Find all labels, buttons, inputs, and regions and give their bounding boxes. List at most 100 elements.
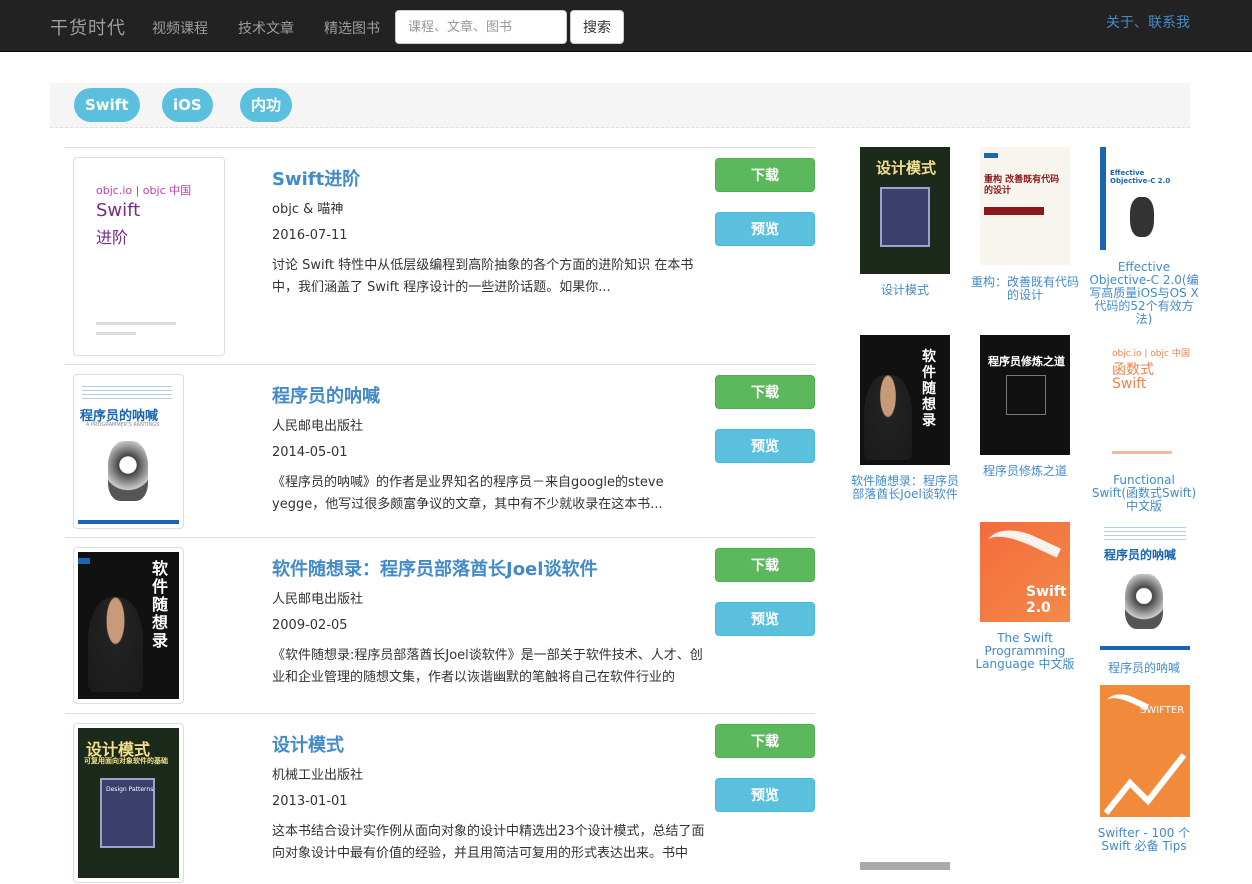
cover-text: 软件随想录 <box>152 559 169 650</box>
cover-text: A PROGRAMMER'S RANTINGS <box>86 422 160 428</box>
book-title[interactable]: Swift进阶 <box>272 165 360 191</box>
cover-text: 可复用面向对象软件的基础 <box>84 757 168 765</box>
cover-text: 设计模式 <box>876 159 937 177</box>
sidebar-book-cover[interactable] <box>860 862 950 870</box>
book-author: objc & 喵神 <box>272 202 344 217</box>
sidebar-book-caption[interactable]: 程序员修炼之道 <box>970 465 1080 478</box>
book-description: 《程序员的呐喊》的作者是业界知名的程序员－来自google的steve yegg… <box>272 475 664 512</box>
cover-text: Swift <box>96 200 141 221</box>
cover-decoration <box>1100 646 1190 650</box>
nav-link-videos[interactable]: 视频课程 <box>152 18 208 38</box>
search-input[interactable] <box>395 10 567 44</box>
sidebar-book-caption[interactable]: Swifter - 100 个 Swift 必备 Tips <box>1089 827 1199 853</box>
cover-decoration <box>1104 524 1186 540</box>
book-date: 2009-02-05 <box>272 618 348 633</box>
book-row: 设计模式 可复用面向对象软件的基础 Design Patterns 设计模式 机… <box>65 714 815 884</box>
sidebar-book-caption[interactable]: 重构：改善既有代码的设计 <box>970 276 1080 302</box>
cover-text: 重构 改善既有代码的设计 <box>984 175 1060 196</box>
sidebar-book-caption[interactable]: Functional Swift(函数式Swift)中文版 <box>1089 474 1199 513</box>
tag-ios[interactable]: iOS <box>162 88 213 122</box>
book-description: 《软件随想录:程序员部落酋长Joel谈软件》是一部关于软件技术、人才、创业和企业… <box>272 648 703 685</box>
book-title[interactable]: 程序员的呐喊 <box>272 382 380 408</box>
preview-button[interactable]: 预览 <box>715 212 815 246</box>
cover-text: Effective Objective-C 2.0 <box>1110 169 1171 185</box>
book-cover[interactable]: 设计模式 可复用面向对象软件的基础 Design Patterns <box>73 723 184 883</box>
book-row: 软件随想录 软件随想录：程序员部落酋长Joel谈软件 人民邮电出版社 2009-… <box>65 538 815 714</box>
download-button[interactable]: 下载 <box>715 724 815 758</box>
book-title[interactable]: 软件随想录：程序员部落酋长Joel谈软件 <box>272 555 597 581</box>
cover-text: objc.io | objc 中国 <box>1112 349 1190 359</box>
nav-link-articles[interactable]: 技术文章 <box>238 18 294 38</box>
cover-decoration <box>96 322 176 325</box>
book-date: 2013-01-01 <box>272 794 348 809</box>
swift-logo-icon <box>1102 687 1150 727</box>
sidebar-book-cover[interactable]: Effective Objective-C 2.0 <box>1100 147 1176 250</box>
cover-text: 软件随想录 <box>922 349 936 429</box>
cover-decoration <box>78 558 90 564</box>
book-date: 2014-05-01 <box>272 445 348 460</box>
preview-button[interactable]: 预览 <box>715 778 815 812</box>
cover-decoration <box>78 520 179 524</box>
sidebar-book-caption[interactable]: The Swift Programming Language 中文版 <box>970 632 1080 671</box>
cover-text: Design Patterns <box>106 786 154 793</box>
download-button[interactable]: 下载 <box>715 158 815 192</box>
cover-decoration <box>96 332 136 335</box>
sidebar-book-cover[interactable]: 软件随想录 <box>860 335 950 465</box>
violin-illustration <box>1130 197 1154 237</box>
preview-button[interactable]: 预览 <box>715 429 815 463</box>
book-description: 这本书结合设计实作例从面向对象的设计中精选出23个设计模式，总结了面向对象设计中… <box>272 824 705 861</box>
book-description: 讨论 Swift 特性中从低层级编程到高阶抽象的各个方面的进阶知识 在本书中，我… <box>272 258 694 295</box>
trend-line-icon <box>1103 753 1187 815</box>
sidebar-book-caption[interactable]: Effective Objective-C 2.0(编写高质量iOS与OS X代… <box>1089 261 1199 326</box>
download-button[interactable]: 下载 <box>715 375 815 409</box>
book-cover[interactable]: 程序员的呐喊 A PROGRAMMER'S RANTINGS <box>73 374 184 529</box>
cover-illustration <box>880 187 930 247</box>
book-cover[interactable]: 软件随想录 <box>73 547 184 704</box>
cover-text: objc.io | objc 中国 <box>96 184 192 197</box>
book-author: 人民邮电出版社 <box>272 419 364 434</box>
cover-illustration <box>1006 375 1046 415</box>
cover-decoration <box>984 153 998 158</box>
cover-decoration <box>1112 451 1172 454</box>
book-row: objc.io | objc 中国 Swift 进阶 Swift进阶 objc … <box>65 148 815 365</box>
preview-button[interactable]: 预览 <box>715 602 815 636</box>
tag-neigong[interactable]: 内功 <box>240 88 293 122</box>
sidebar-book-cover[interactable]: 设计模式 <box>860 147 950 274</box>
book-row: 程序员的呐喊 A PROGRAMMER'S RANTINGS 程序员的呐喊 人民… <box>65 365 815 538</box>
sidebar-book-cover[interactable]: Swift 2.0 <box>980 522 1070 622</box>
cover-text: Swift <box>1112 376 1147 392</box>
gorilla-illustration <box>1125 574 1163 629</box>
tag-bar: Swift iOS 内功 <box>50 83 1190 128</box>
author-photo <box>88 597 143 692</box>
sidebar-book-cover[interactable]: 程序员修炼之道 <box>980 335 1070 455</box>
swift-logo-icon <box>980 522 1062 585</box>
sidebar-book-cover[interactable]: objc.io | objc 中国 函数式 Swift <box>1100 335 1190 460</box>
book-author: 人民邮电出版社 <box>272 592 364 607</box>
top-navbar: 干货时代 视频课程 技术文章 精选图书 搜索 关于、联系我 <box>0 0 1252 52</box>
gorilla-illustration <box>108 441 148 501</box>
about-contact-link[interactable]: 关于、联系我 <box>1106 12 1190 32</box>
site-brand[interactable]: 干货时代 <box>50 14 126 40</box>
book-author: 机械工业出版社 <box>272 768 364 783</box>
search-button[interactable]: 搜索 <box>570 10 624 44</box>
author-photo <box>864 375 912 460</box>
sidebar-book-caption[interactable]: 设计模式 <box>850 284 960 297</box>
download-button[interactable]: 下载 <box>715 548 815 582</box>
cover-decoration <box>984 207 1044 215</box>
cover-text: 程序员修炼之道 <box>988 355 1065 368</box>
cover-decoration <box>82 383 172 401</box>
sidebar-book-cover[interactable]: SWIFTER <box>1100 685 1190 817</box>
book-list: objc.io | objc 中国 Swift 进阶 Swift进阶 objc … <box>65 147 815 883</box>
cover-text: Swift 2.0 <box>1026 584 1067 616</box>
cover-text: 进阶 <box>96 228 129 247</box>
book-date: 2016-07-11 <box>272 228 348 243</box>
book-title[interactable]: 设计模式 <box>272 731 344 757</box>
sidebar-book-cover[interactable]: 程序员的呐喊 <box>1100 522 1190 650</box>
sidebar-book-cover[interactable]: 重构 改善既有代码的设计 <box>980 147 1070 265</box>
book-cover[interactable]: objc.io | objc 中国 Swift 进阶 <box>73 157 225 356</box>
cover-text: 程序员的呐喊 <box>1104 548 1177 562</box>
nav-link-books[interactable]: 精选图书 <box>324 18 380 38</box>
sidebar-book-caption[interactable]: 程序员的呐喊 <box>1089 662 1199 675</box>
sidebar-book-caption[interactable]: 软件随想录：程序员部落酋长Joel谈软件 <box>850 475 960 501</box>
tag-swift[interactable]: Swift <box>74 88 140 122</box>
